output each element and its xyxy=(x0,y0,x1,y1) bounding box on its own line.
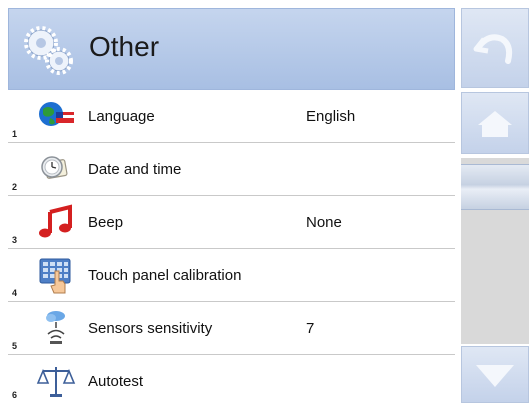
other-settings-screen: Other Language English 1 Date and time 2… xyxy=(0,0,531,403)
gears-icon xyxy=(19,21,77,79)
list-item-sensors-sensitivity[interactable]: Sensors sensitivity 7 5 xyxy=(8,302,455,355)
item-number: 4 xyxy=(12,288,18,298)
scrollbar-track[interactable] xyxy=(461,158,529,344)
item-label: Sensors sensitivity xyxy=(88,320,213,337)
scroll-down-icon xyxy=(476,365,514,387)
item-label: Beep xyxy=(88,214,124,231)
scrollbar-thumb[interactable] xyxy=(461,164,529,210)
list-item-beep[interactable]: Beep None 3 xyxy=(8,196,455,249)
music-note-icon xyxy=(36,202,76,242)
clock-icon xyxy=(36,149,76,189)
item-value: English xyxy=(306,108,356,125)
touch-panel-icon xyxy=(36,255,76,295)
item-number: 6 xyxy=(12,390,18,400)
page-title: Other xyxy=(89,31,160,62)
item-number: 3 xyxy=(12,235,18,245)
list-item-date-and-time[interactable]: Date and time 2 xyxy=(8,143,455,196)
sidebar xyxy=(457,0,531,403)
item-number: 1 xyxy=(12,129,18,139)
home-button[interactable] xyxy=(461,92,529,154)
item-value: 7 xyxy=(306,320,315,337)
list-item-language[interactable]: Language English 1 xyxy=(8,90,455,143)
list-item-touch-panel-calibration[interactable]: Touch panel calibration 4 xyxy=(8,249,455,302)
globe-flag-icon xyxy=(36,96,76,136)
item-value: None xyxy=(306,214,342,231)
scroll-down-button[interactable] xyxy=(461,346,529,403)
balance-scale-icon xyxy=(36,361,76,401)
back-button[interactable] xyxy=(461,8,529,88)
item-label: Date and time xyxy=(88,161,182,178)
home-icon xyxy=(478,111,512,137)
item-number: 2 xyxy=(12,182,18,192)
list-item-autotest[interactable]: Autotest 6 xyxy=(8,355,455,403)
item-label: Language xyxy=(88,108,155,125)
item-label: Touch panel calibration xyxy=(88,267,242,284)
sensor-icon xyxy=(36,308,76,348)
header-bar: Other xyxy=(8,8,455,90)
item-number: 5 xyxy=(12,341,18,351)
item-label: Autotest xyxy=(88,373,144,390)
back-icon xyxy=(473,34,513,64)
settings-list: Language English 1 Date and time 2 Beep … xyxy=(8,90,455,403)
